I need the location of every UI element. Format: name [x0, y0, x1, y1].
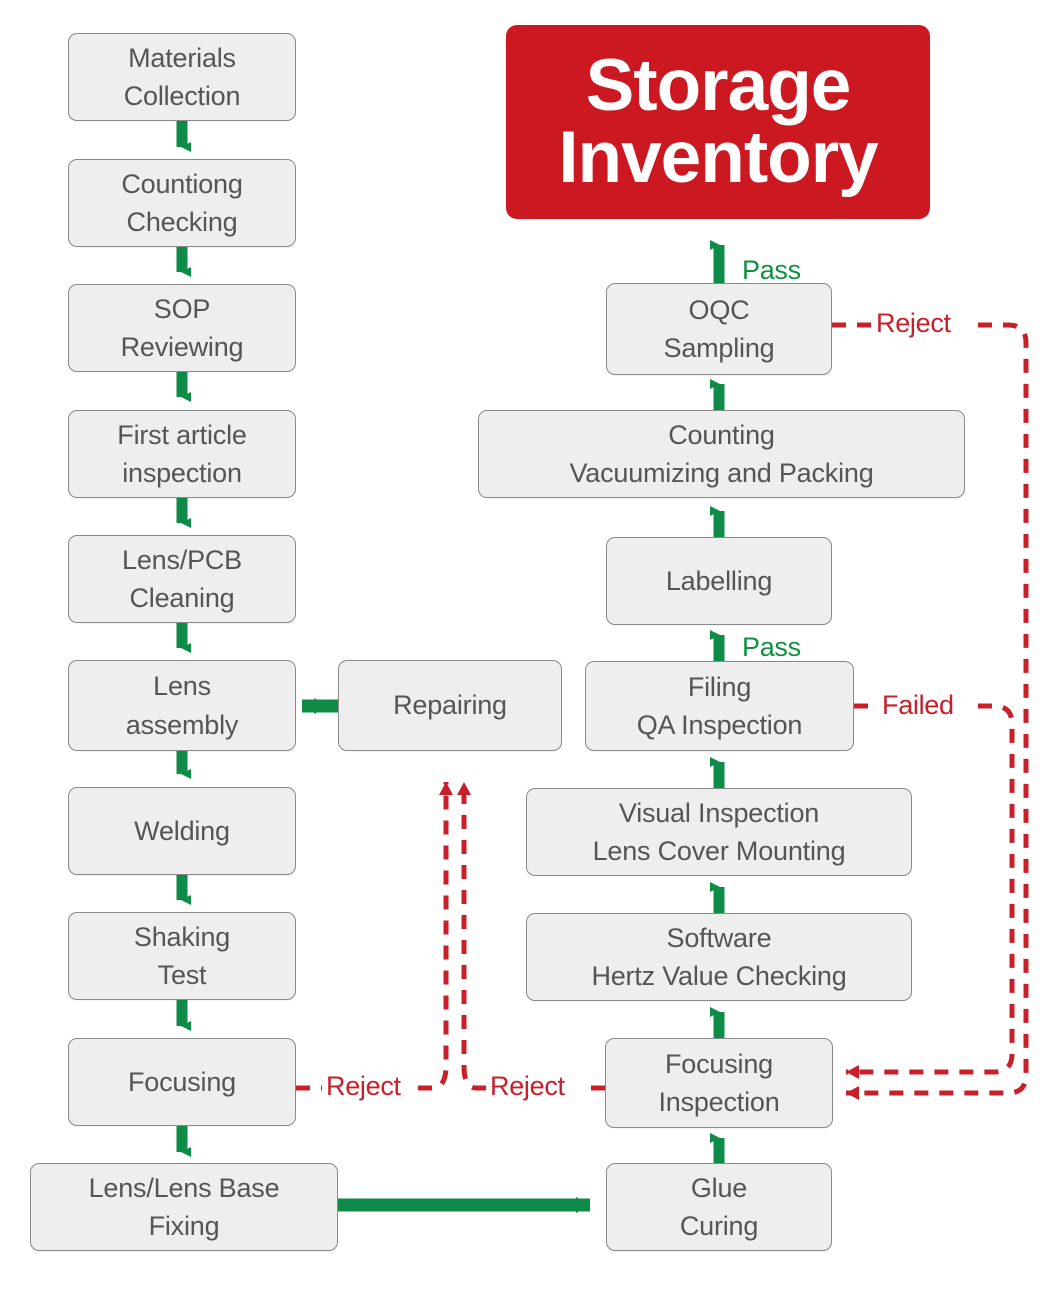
node-line2: Lens Cover Mounting [592, 836, 846, 866]
node-line1: OQC [688, 294, 750, 325]
node-first-article-inspection[interactable]: First article inspection [68, 410, 296, 498]
banner-line1: Storage [585, 45, 852, 127]
node-repairing[interactable]: Repairing [338, 660, 562, 751]
node-labelling[interactable]: Labelling [606, 537, 832, 625]
node-line2: Fixing [148, 1211, 220, 1241]
banner-line2: Inventory [558, 117, 879, 198]
node-line1: Focusing [128, 1066, 236, 1097]
node-countiong-checking[interactable]: Countiong Checking [68, 159, 296, 247]
node-materials-collection[interactable]: Materials Collection [68, 33, 296, 121]
node-lens-pcb-cleaning[interactable]: Lens/PCB Cleaning [68, 535, 296, 623]
node-line2: Vacuumizing and Packing [569, 458, 874, 488]
node-line1: Glue [690, 1172, 748, 1203]
node-software-hertz-checking[interactable]: Software Hertz Value Checking [526, 913, 912, 1001]
node-line2: Reviewing [120, 332, 244, 362]
edge-label-reject-oqc: Reject [876, 308, 951, 338]
node-line1: Filing [687, 671, 752, 702]
node-sop-reviewing[interactable]: SOP Reviewing [68, 284, 296, 372]
node-line1: Software [666, 922, 772, 953]
flowchart-canvas: Materials Collection Countiong Checking … [0, 0, 1060, 1290]
node-line2: Sampling [663, 333, 775, 363]
node-line2: Cleaning [129, 583, 235, 613]
node-line1: Lens/PCB [122, 544, 242, 575]
storage-inventory-banner: Storage Inventory [506, 25, 930, 219]
node-line1: Countiong [121, 168, 243, 199]
node-counting-packing[interactable]: Counting Vacuumizing and Packing [478, 410, 965, 498]
node-line1: Counting [668, 419, 775, 450]
node-line1: First article [117, 419, 247, 450]
node-line1: Repairing [393, 690, 507, 721]
node-visual-inspection[interactable]: Visual Inspection Lens Cover Mounting [526, 788, 912, 876]
node-line1: SOP [153, 293, 211, 324]
node-focusing-inspection[interactable]: Focusing Inspection [605, 1038, 833, 1128]
edge-label-pass-oqc: Pass [742, 255, 801, 285]
edge-label-failed-qa: Failed [882, 690, 954, 720]
node-line1: Labelling [665, 565, 773, 596]
node-focusing[interactable]: Focusing [68, 1038, 296, 1126]
edge-label-reject-focusing: Reject [326, 1071, 401, 1101]
reject-line-focusing-to-repairing [296, 782, 446, 1091]
node-line1: Welding [134, 815, 230, 846]
node-line2: Inspection [658, 1087, 780, 1117]
node-lens-base-fixing[interactable]: Lens/Lens Base Fixing [30, 1163, 338, 1251]
node-glue-curing[interactable]: Glue Curing [606, 1163, 832, 1251]
node-line1: Materials [128, 42, 236, 73]
node-line2: Collection [123, 81, 241, 111]
node-line2: Hertz Value Checking [591, 961, 847, 991]
node-lens-assembly[interactable]: Lens assembly [68, 660, 296, 751]
node-oqc-sampling[interactable]: OQC Sampling [606, 283, 832, 375]
node-line2: Curing [679, 1211, 759, 1241]
node-line1: Focusing [665, 1048, 773, 1079]
node-line2: inspection [122, 458, 242, 488]
node-line2: QA Inspection [636, 710, 803, 740]
node-line1: Lens/Lens Base [88, 1172, 280, 1203]
failed-line-filingqa-to-focusinginspection [846, 703, 1015, 1072]
node-line2: assembly [125, 709, 239, 740]
edge-label-pass-qa: Pass [742, 632, 801, 662]
node-welding[interactable]: Welding [68, 787, 296, 875]
node-filing-qa-inspection[interactable]: Filing QA Inspection [585, 661, 854, 751]
node-shaking-test[interactable]: Shaking Test [68, 912, 296, 1000]
node-line1: Visual Inspection [618, 797, 820, 828]
node-line2: Checking [126, 207, 238, 237]
node-line2: Test [157, 960, 207, 990]
edge-label-reject-focusing-inspection: Reject [490, 1071, 565, 1101]
node-line1: Shaking [133, 921, 231, 952]
node-line1: Lens [153, 671, 211, 702]
